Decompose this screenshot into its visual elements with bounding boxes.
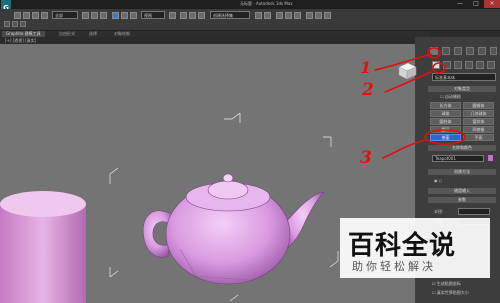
render-setup-icon[interactable] bbox=[315, 12, 322, 19]
pivot-icon[interactable] bbox=[169, 12, 176, 19]
region-select-icon[interactable] bbox=[100, 12, 107, 19]
named-selection-dropdown[interactable]: 创建选择集 bbox=[210, 11, 250, 19]
arrow-1 bbox=[374, 53, 432, 71]
unlink-icon[interactable] bbox=[41, 12, 48, 19]
select-object-icon[interactable] bbox=[82, 12, 89, 19]
percent-snap-icon[interactable] bbox=[198, 12, 205, 19]
arrow-2 bbox=[384, 71, 432, 93]
annotation-2: 2 bbox=[362, 80, 374, 100]
schematic-icon[interactable] bbox=[294, 12, 301, 19]
ribbon-icon-b[interactable] bbox=[12, 21, 18, 27]
select-by-name-icon[interactable] bbox=[91, 12, 98, 19]
reference-coord-dropdown[interactable]: 视图 bbox=[141, 11, 165, 19]
watermark-subtitle: 助你轻松解决 bbox=[352, 260, 436, 273]
ribbon-icon-c[interactable] bbox=[20, 21, 26, 27]
angle-snap-icon[interactable] bbox=[189, 12, 196, 19]
circle-3 bbox=[424, 129, 466, 145]
minimize-button[interactable]: — bbox=[452, 0, 468, 8]
redo-icon[interactable] bbox=[23, 12, 30, 19]
undo-icon[interactable] bbox=[14, 12, 21, 19]
gen-mapping-checkbox[interactable]: ☑ 生成贴图坐标 bbox=[432, 281, 461, 287]
scale-icon[interactable] bbox=[130, 12, 137, 19]
rotate-icon[interactable] bbox=[121, 12, 128, 19]
maximize-button[interactable]: □ bbox=[468, 0, 484, 8]
viewport-label[interactable]: [+] [透视] [真实] bbox=[5, 37, 405, 44]
close-button[interactable]: ✕ bbox=[484, 0, 500, 8]
ribbon-icon-a[interactable] bbox=[4, 21, 10, 27]
arrow-3 bbox=[382, 139, 426, 159]
real-world-label: 真实世界贴图大小 bbox=[436, 290, 469, 295]
snap-icon[interactable] bbox=[180, 12, 187, 19]
layer-icon[interactable] bbox=[276, 12, 283, 19]
move-icon[interactable] bbox=[112, 12, 119, 19]
align-icon[interactable] bbox=[264, 12, 271, 19]
selection-filter-dropdown[interactable]: 全部 bbox=[52, 11, 78, 19]
window-title: 无标题 - Autodesk 3ds Max bbox=[240, 1, 293, 6]
circle-2 bbox=[432, 62, 446, 74]
real-world-checkbox[interactable]: ☐ 真实世界贴图大小 bbox=[432, 290, 469, 296]
link-icon[interactable] bbox=[32, 12, 39, 19]
render-icon[interactable] bbox=[324, 12, 331, 19]
cylinder[interactable] bbox=[0, 204, 86, 303]
annotation-1: 1 bbox=[360, 58, 372, 77]
watermark-title: 百科全说 bbox=[348, 231, 457, 261]
annotation-layer bbox=[374, 47, 466, 159]
annotation-3: 3 bbox=[360, 148, 372, 168]
mirror-icon[interactable] bbox=[255, 12, 262, 19]
curve-editor-icon[interactable] bbox=[285, 12, 292, 19]
teapot[interactable] bbox=[142, 173, 325, 285]
cylinder-top bbox=[0, 191, 86, 217]
gen-mapping-label: 生成贴图坐标 bbox=[436, 281, 461, 286]
material-editor-icon[interactable] bbox=[306, 12, 313, 19]
circle-1 bbox=[427, 47, 441, 59]
